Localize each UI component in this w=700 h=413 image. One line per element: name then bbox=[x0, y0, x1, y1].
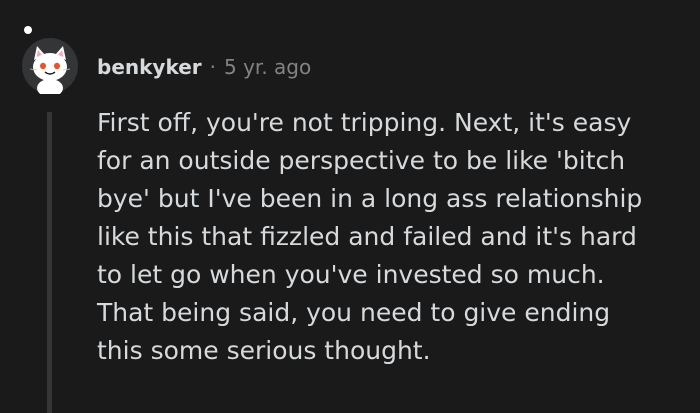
comment-body-line: for an outside perspective to be like 'b… bbox=[97, 146, 626, 175]
comment-body-line: like this that fizzled and failed and it… bbox=[97, 222, 637, 251]
comment-body-line: this some serious thought. bbox=[97, 336, 431, 365]
comment-body-line: First off, you're not tripping. Next, it… bbox=[97, 108, 632, 137]
antenna-icon bbox=[24, 26, 32, 34]
username-link[interactable]: benkyker bbox=[97, 55, 202, 79]
thread-collapse-line[interactable] bbox=[47, 112, 52, 413]
comment-card: benkyker · 5 yr. ago First off, you're n… bbox=[0, 0, 700, 413]
comment-meta: benkyker · 5 yr. ago bbox=[97, 50, 311, 84]
comment-body-line: bye' but I've been in a long ass relatio… bbox=[97, 184, 643, 213]
meta-separator: · bbox=[209, 55, 217, 79]
comment-body: First off, you're not tripping. Next, it… bbox=[97, 104, 687, 370]
avatar-circle bbox=[22, 26, 78, 94]
user-avatar[interactable] bbox=[18, 16, 80, 100]
comment-timestamp[interactable]: 5 yr. ago bbox=[224, 55, 311, 79]
comment-body-line: to let go when you've invested so much. bbox=[97, 260, 605, 289]
comment-body-line: That being said, you need to give ending bbox=[97, 298, 611, 327]
